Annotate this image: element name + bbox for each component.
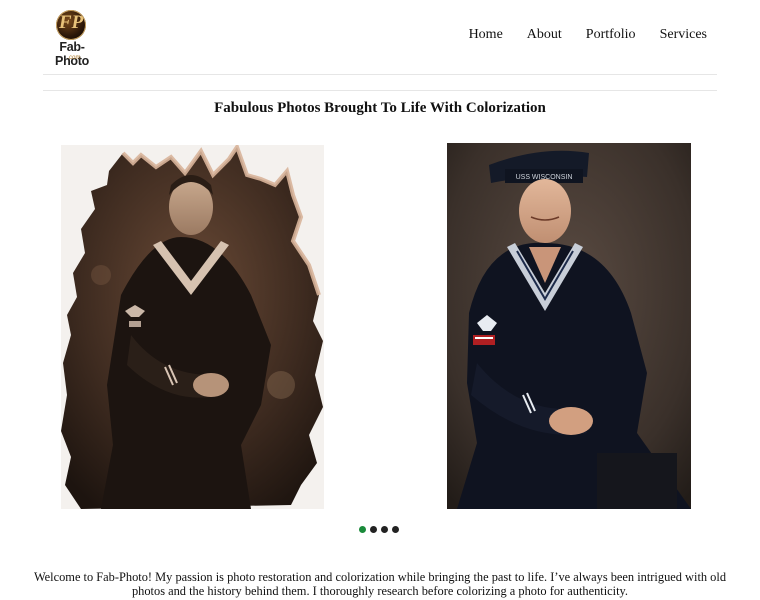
site-logo[interactable]: FP Fab-Photo .com bbox=[42, 10, 102, 68]
before-photo-image-icon bbox=[61, 145, 324, 509]
nav-item-home[interactable]: Home bbox=[469, 27, 503, 43]
logo-suffix: .com bbox=[67, 55, 81, 61]
nav-item-portfolio[interactable]: Portfolio bbox=[586, 27, 636, 43]
carousel-dot-3[interactable] bbox=[381, 526, 388, 533]
hero-headline: Fabulous Photos Brought To Life With Col… bbox=[214, 100, 546, 116]
main-nav: Home About Portfolio Services bbox=[445, 27, 707, 43]
intro-paragraph: Welcome to Fab-Photo! My passion is phot… bbox=[33, 570, 727, 598]
carousel-dot-2[interactable] bbox=[370, 526, 377, 533]
carousel-dot-1[interactable] bbox=[359, 526, 366, 533]
header-divider bbox=[43, 74, 717, 75]
logo-wordmark: Fab-Photo bbox=[55, 40, 89, 68]
site-header: FP Fab-Photo .com Home About Portfolio S… bbox=[0, 0, 760, 75]
logo-monogram: FP bbox=[58, 12, 84, 33]
nav-item-about[interactable]: About bbox=[527, 27, 562, 43]
after-photo-image-icon: USS WISCONSIN bbox=[447, 143, 691, 509]
nav-item-services[interactable]: Services bbox=[660, 27, 707, 43]
carousel-dot-4[interactable] bbox=[392, 526, 399, 533]
section-divider bbox=[43, 90, 717, 91]
carousel-pagination bbox=[359, 526, 399, 533]
before-photo bbox=[61, 145, 324, 509]
after-photo: USS WISCONSIN bbox=[447, 143, 691, 509]
